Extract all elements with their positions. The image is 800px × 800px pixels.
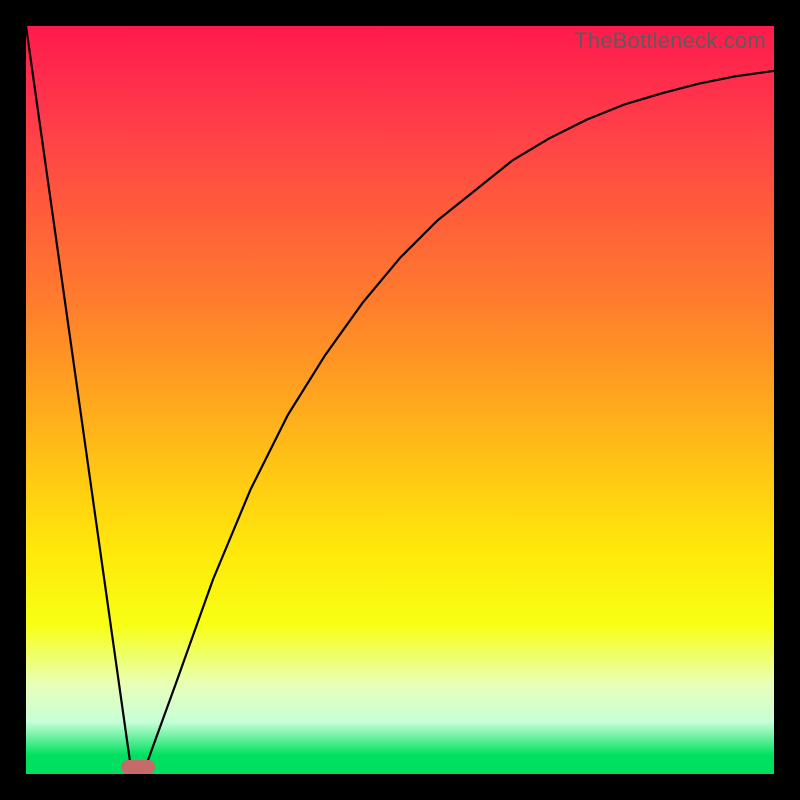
bottleneck-curve — [26, 26, 774, 774]
plot-area: TheBottleneck.com — [26, 26, 774, 774]
optimal-point-marker — [121, 760, 155, 774]
chart-frame: TheBottleneck.com — [0, 0, 800, 800]
curve-path — [26, 26, 774, 767]
